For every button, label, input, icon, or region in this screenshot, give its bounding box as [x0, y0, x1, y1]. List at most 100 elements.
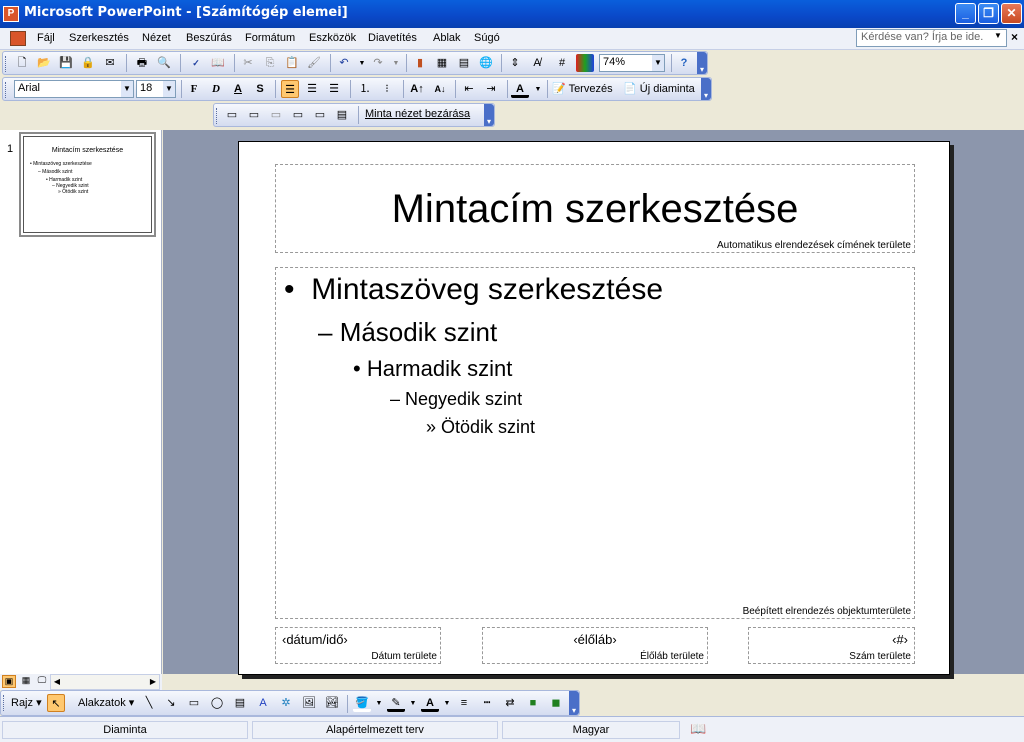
draw-font-color-dropdown-icon[interactable]: ▼ — [438, 695, 456, 713]
line-color-dropdown-icon[interactable]: ▼ — [404, 695, 422, 713]
show-grid-icon[interactable]: # — [553, 54, 571, 72]
shadow-icon[interactable]: S — [251, 80, 269, 98]
increase-font-icon[interactable]: A↑ — [408, 80, 426, 98]
line-style-icon[interactable]: ≡ — [455, 694, 473, 712]
save-icon[interactable]: 💾 — [57, 54, 75, 72]
numbering-icon[interactable]: ⒈ — [356, 80, 374, 98]
menu-slideshow[interactable]: Diavetítés — [368, 31, 417, 45]
3d-style-icon[interactable]: ◼ — [547, 694, 565, 712]
insert-table-icon[interactable]: ▦ — [433, 54, 451, 72]
title-placeholder[interactable]: Mintacím szerkesztése Automatikus elrend… — [275, 164, 915, 253]
insert-picture-icon[interactable]: 🏞 — [323, 694, 341, 712]
date-placeholder[interactable]: ‹dátum/idő› Dátum területe — [275, 627, 441, 664]
close-document-icon[interactable]: × — [1011, 30, 1018, 44]
menu-view[interactable]: Nézet — [142, 31, 171, 45]
zoom-select[interactable]: 74% ▼ — [599, 54, 665, 72]
diagram-icon[interactable]: ✲ — [277, 694, 295, 712]
toolbar-options-icon[interactable]: ▾ — [484, 104, 494, 126]
restore-button[interactable]: ❐ — [978, 3, 999, 24]
oval-icon[interactable]: ◯ — [208, 694, 226, 712]
new-icon[interactable]: 🗋 — [13, 54, 31, 72]
bullet-level-5[interactable]: » Ötödik szint — [426, 417, 535, 438]
help-question-input[interactable]: Kérdése van? Írja be ide. — [856, 29, 1007, 47]
slide-title[interactable]: Mintacím szerkesztése — [276, 187, 914, 232]
show-formatting-icon[interactable]: A̸ — [528, 54, 546, 72]
font-color-dropdown-icon[interactable]: ▼ — [529, 81, 547, 99]
expand-all-icon[interactable]: ⇕ — [506, 54, 524, 72]
toolbar-options-icon[interactable]: ▾ — [697, 52, 707, 74]
menu-file[interactable]: Fájl — [37, 31, 55, 45]
email-icon[interactable]: ✉ — [101, 54, 119, 72]
wordart-icon[interactable]: A — [254, 694, 272, 712]
menu-window[interactable]: Ablak — [433, 31, 461, 45]
bullet-level-3[interactable]: • Harmadik szint — [353, 356, 512, 382]
select-objects-icon[interactable]: ↖ — [47, 694, 65, 712]
shadow-style-icon[interactable]: ■ — [524, 694, 542, 712]
powerpoint-app-icon[interactable]: P — [3, 6, 19, 22]
italic-icon[interactable]: D — [207, 80, 225, 98]
footer-field[interactable]: ‹élőláb› — [483, 632, 707, 647]
align-center-icon[interactable]: ☰ — [303, 80, 321, 98]
preserve-master-icon[interactable]: ▭ — [289, 106, 307, 124]
slideshow-view-icon[interactable]: 🖵 — [35, 675, 49, 688]
fill-color-icon[interactable]: 🪣 — [353, 694, 371, 712]
cut-icon[interactable]: ✂ — [239, 54, 257, 72]
underline-icon[interactable]: A — [229, 80, 247, 98]
bold-icon[interactable]: F — [185, 80, 203, 98]
help-dropdown-arrow-icon[interactable]: ▼ — [994, 31, 1002, 40]
draw-font-color-icon[interactable]: A — [421, 694, 439, 712]
font-color-icon[interactable]: A — [511, 80, 529, 98]
delete-master-icon[interactable]: ▭ — [267, 106, 285, 124]
design-button[interactable]: 📝 Tervezés — [552, 82, 613, 95]
bullet-level-2[interactable]: – Második szint — [318, 317, 497, 348]
arrow-style-icon[interactable]: ⇄ — [501, 694, 519, 712]
scroll-right-icon[interactable]: ▶ — [147, 675, 159, 689]
increase-indent-icon[interactable]: ⇥ — [482, 80, 500, 98]
font-select[interactable]: Arial ▼ — [14, 80, 134, 98]
open-icon[interactable]: 📂 — [35, 54, 53, 72]
redo-icon[interactable]: ↷ — [369, 54, 387, 72]
permission-icon[interactable]: 🔒 — [79, 54, 97, 72]
toolbar-grip[interactable] — [5, 56, 8, 72]
bullet-level-1[interactable]: • Mintaszöveg szerkesztése — [284, 273, 663, 307]
menu-format[interactable]: Formátum — [245, 31, 295, 45]
font-size-select[interactable]: 18 ▼ — [136, 80, 176, 98]
paste-icon[interactable]: 📋 — [283, 54, 301, 72]
normal-view-icon[interactable]: ▣ — [2, 675, 16, 688]
align-right-icon[interactable]: ☰ — [325, 80, 343, 98]
footer-placeholder[interactable]: ‹élőláb› Élőláb területe — [482, 627, 708, 664]
decrease-indent-icon[interactable]: ⇤ — [460, 80, 478, 98]
line-color-icon[interactable]: ✎ — [387, 694, 405, 712]
minimize-button[interactable]: _ — [955, 3, 976, 24]
scroll-left-icon[interactable]: ◀ — [51, 675, 63, 689]
print-icon[interactable]: 🖶 — [133, 54, 151, 72]
menu-tools[interactable]: Eszközök — [309, 31, 356, 45]
close-master-view-button[interactable]: Minta nézet bezárása — [365, 108, 470, 120]
new-master-button[interactable]: 📄 Új diaminta — [623, 82, 695, 95]
dash-style-icon[interactable]: ┅ — [478, 694, 496, 712]
insert-new-title-master-icon[interactable]: ▭ — [245, 106, 263, 124]
decrease-font-icon[interactable]: A↓ — [431, 80, 449, 98]
text-box-icon[interactable]: ▤ — [231, 694, 249, 712]
tables-borders-icon[interactable]: ▤ — [455, 54, 473, 72]
fill-color-dropdown-icon[interactable]: ▼ — [370, 695, 388, 713]
color-grayscale-icon[interactable] — [576, 54, 594, 72]
rename-master-icon[interactable]: ▭ — [311, 106, 329, 124]
insert-chart-icon[interactable]: ▮ — [411, 54, 429, 72]
rectangle-icon[interactable]: ▭ — [185, 694, 203, 712]
toolbar-grip[interactable] — [5, 82, 8, 98]
draw-menu-button[interactable]: Rajz ▾ — [11, 696, 42, 709]
insert-new-slide-master-icon[interactable]: ▭ — [223, 106, 241, 124]
redo-dropdown-icon[interactable]: ▼ — [387, 55, 405, 73]
help-icon[interactable]: ? — [675, 54, 693, 72]
menu-insert[interactable]: Beszúrás — [186, 31, 232, 45]
copy-icon[interactable]: ⎘ — [261, 54, 279, 72]
toolbar-grip[interactable] — [216, 108, 219, 124]
research-icon[interactable]: 📖 — [209, 54, 227, 72]
hyperlink-icon[interactable]: 🌐 — [477, 54, 495, 72]
spelling-status-icon[interactable]: 📖 — [690, 721, 706, 737]
autoshapes-menu-button[interactable]: Alakzatok ▾ — [78, 696, 134, 709]
toolbar-options-icon[interactable]: ▾ — [701, 78, 711, 100]
date-field[interactable]: ‹dátum/idő› — [282, 632, 348, 647]
menu-help[interactable]: Súgó — [474, 31, 500, 45]
